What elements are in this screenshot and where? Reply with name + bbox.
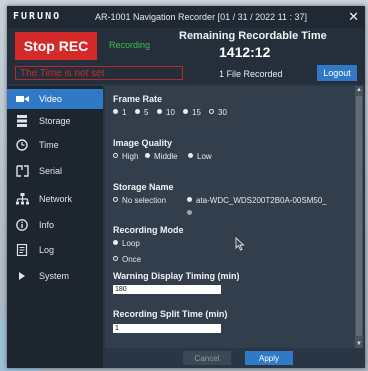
- apply-button[interactable]: Apply: [245, 351, 293, 365]
- recording-mode-option-loop[interactable]: Loop: [113, 239, 140, 248]
- sidebar-item-info[interactable]: Info: [7, 215, 103, 235]
- recording-mode-option-once[interactable]: Once: [113, 255, 141, 264]
- frame-rate-option-10[interactable]: 10: [157, 108, 175, 117]
- frame-rate-option-30[interactable]: 30: [209, 108, 227, 117]
- radio-selected-icon: [209, 109, 214, 114]
- split-time-input[interactable]: [113, 324, 221, 333]
- sidebar-item-label: System: [39, 271, 70, 281]
- warning-timing-input[interactable]: [113, 285, 221, 294]
- sidebar-item-serial[interactable]: Serial: [7, 161, 103, 181]
- remaining-time-value: 1412:12: [219, 44, 271, 60]
- sidebar-item-label: Serial: [39, 166, 63, 176]
- mouse-cursor-icon: [235, 237, 245, 251]
- time-warning: The Time is not set: [15, 66, 183, 80]
- sidebar-item-label: Video: [39, 94, 62, 104]
- sidebar-item-label: Time: [39, 140, 59, 150]
- sidebar-item-label: Storage: [39, 116, 71, 126]
- radio-icon: [113, 109, 118, 114]
- scroll-down-arrow-icon[interactable]: ▼: [355, 340, 363, 348]
- info-icon: [16, 219, 28, 231]
- remaining-time-label: Remaining Recordable Time: [179, 30, 327, 42]
- sidebar-item-network[interactable]: Network: [7, 189, 103, 209]
- recorder-window: FURUNO AR-1001 Navigation Recorder [01 /…: [7, 6, 365, 368]
- frame-rate-option-1[interactable]: 1: [113, 108, 126, 117]
- scroll-up-arrow-icon[interactable]: ▲: [355, 86, 363, 94]
- sidebar-item-label: Network: [39, 194, 73, 204]
- play-icon: [19, 272, 25, 280]
- status-panel: Stop REC Recording Remaining Recordable …: [7, 28, 365, 84]
- storage-option-drive[interactable]: ata-WDC_WDS200T2B0A-00SM50_: [187, 196, 327, 205]
- storage-extra-radio-icon[interactable]: [187, 210, 192, 215]
- sidebar-item-video[interactable]: Video: [7, 89, 103, 109]
- sidebar-item-label: Log: [39, 245, 55, 255]
- radio-icon: [145, 153, 150, 158]
- settings-panel: Frame Rate 1 5 10 15 30 Image Quality Hi…: [105, 86, 355, 348]
- cancel-button[interactable]: Cancel: [183, 351, 231, 365]
- radio-selected-icon: [113, 256, 118, 261]
- radio-icon: [183, 109, 188, 114]
- network-icon: [16, 193, 29, 205]
- warning-timing-title: Warning Display Timing (min): [113, 271, 240, 281]
- scrollbar[interactable]: ▲ ▼: [355, 86, 363, 348]
- sidebar-item-label: Info: [39, 220, 55, 230]
- scroll-thumb[interactable]: [356, 96, 362, 336]
- split-time-title: Recording Split Time (min): [113, 309, 228, 319]
- image-quality-title: Image Quality: [113, 138, 173, 148]
- sidebar: Video Storage Time Serial Network Info L…: [7, 86, 103, 368]
- radio-icon: [113, 240, 118, 245]
- title-bar: FURUNO AR-1001 Navigation Recorder [01 /…: [7, 6, 365, 28]
- radio-icon: [188, 153, 193, 158]
- sidebar-item-log[interactable]: Log: [7, 240, 103, 260]
- image-quality-option-middle[interactable]: Middle: [145, 152, 178, 161]
- log-icon: [16, 244, 28, 256]
- image-quality-option-high[interactable]: High: [113, 152, 138, 161]
- frame-rate-title: Frame Rate: [113, 94, 163, 104]
- frame-rate-option-15[interactable]: 15: [183, 108, 201, 117]
- image-quality-option-low[interactable]: Low: [188, 152, 212, 161]
- radio-icon: [187, 197, 192, 202]
- storage-option-none[interactable]: No selection: [113, 196, 166, 205]
- radio-selected-icon: [113, 197, 118, 202]
- storage-name-title: Storage Name: [113, 182, 174, 192]
- sidebar-item-system[interactable]: System: [7, 266, 103, 286]
- video-camera-icon: [16, 96, 29, 102]
- storage-icon: [17, 115, 27, 127]
- frame-rate-option-5[interactable]: 5: [135, 108, 148, 117]
- clock-icon: [16, 139, 28, 151]
- sidebar-item-time[interactable]: Time: [7, 135, 103, 155]
- stop-rec-button[interactable]: Stop REC: [15, 32, 97, 60]
- logout-button[interactable]: Logout: [317, 65, 357, 81]
- close-icon[interactable]: ✕: [348, 9, 359, 25]
- footer-bar: Cancel Apply: [105, 348, 363, 368]
- radio-icon: [135, 109, 140, 114]
- radio-icon: [157, 109, 162, 114]
- radio-selected-icon: [113, 153, 118, 158]
- files-recorded: 1 File Recorded: [219, 69, 283, 79]
- recording-mode-title: Recording Mode: [113, 225, 184, 235]
- sidebar-item-storage[interactable]: Storage: [7, 111, 103, 131]
- window-title: AR-1001 Navigation Recorder [01 / 31 / 2…: [95, 12, 307, 22]
- serial-icon: [16, 165, 29, 177]
- brand-logo: FURUNO: [13, 11, 62, 22]
- recording-status: Recording: [109, 40, 151, 50]
